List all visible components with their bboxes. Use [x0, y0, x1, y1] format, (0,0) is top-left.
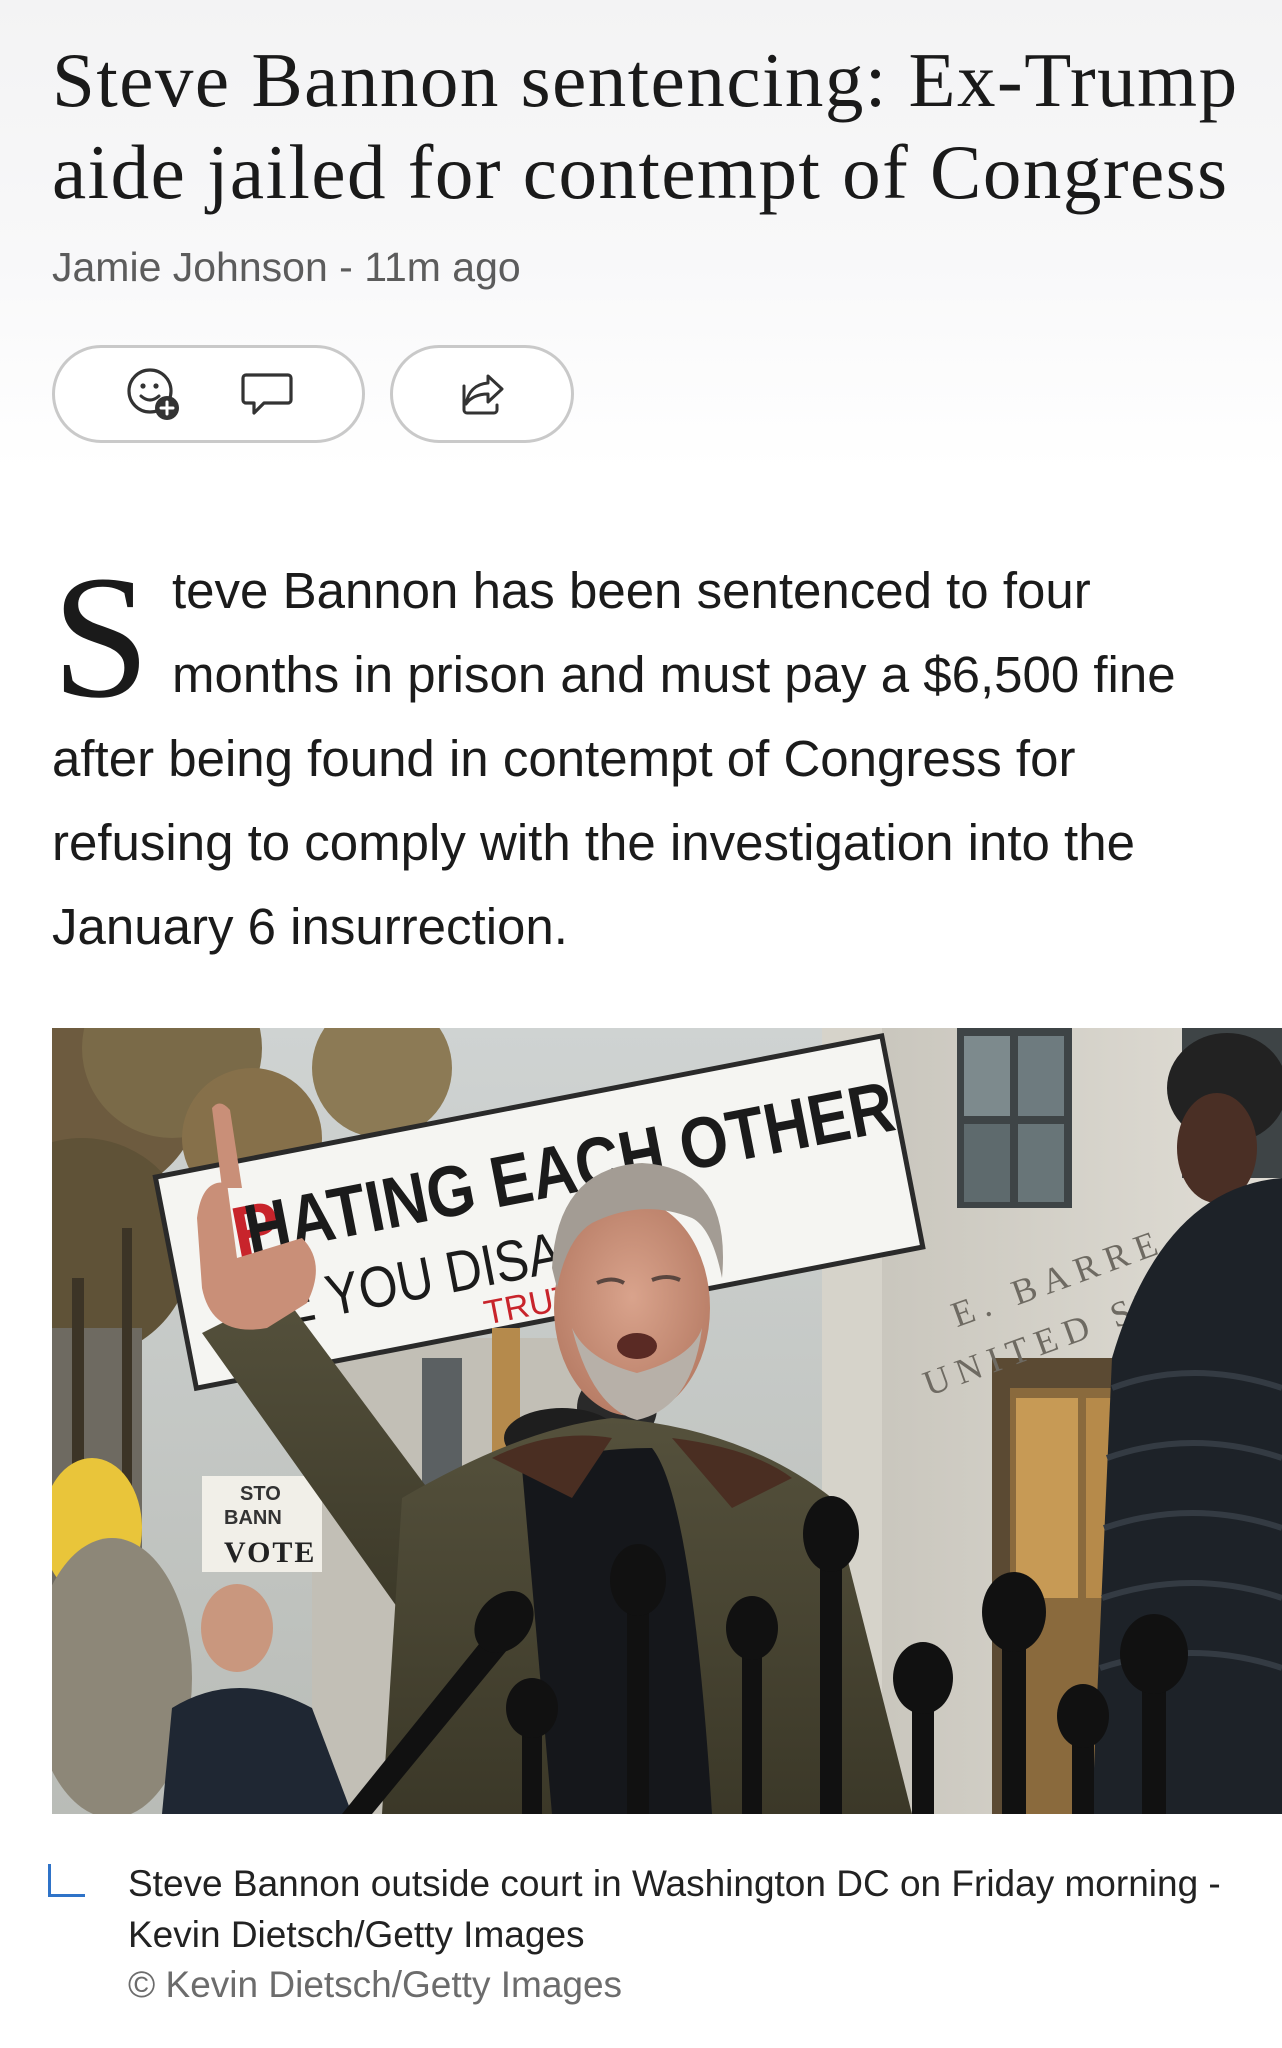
share-icon [458, 372, 506, 416]
body-line-3: after being found in contempt of Congres… [52, 730, 1076, 787]
body-line-2: months in prison and must pay a $6,500 f… [172, 646, 1176, 703]
caption-line-2: Kevin Dietsch/Getty Images [128, 1914, 585, 1955]
svg-text:STO: STO [240, 1483, 281, 1505]
article-photo[interactable]: P HATING EACH OTHER SE YOU DISAGRE TRUTH… [52, 1028, 1282, 1814]
comment-icon[interactable] [240, 369, 294, 419]
headline-line-2: aide jailed for contempt of Congress [52, 129, 1229, 215]
add-reaction-icon[interactable] [124, 365, 182, 423]
caption-marker [48, 1864, 85, 1897]
caption-line-1: Steve Bannon outside court in Washington… [128, 1863, 1221, 1904]
reaction-comment-group [52, 345, 365, 443]
drop-cap: S [52, 540, 150, 735]
body-line-5: January 6 insurrection. [52, 898, 568, 955]
photo-caption: Steve Bannon outside court in Washington… [128, 1858, 1258, 1960]
share-button[interactable] [390, 345, 574, 443]
headline-line-1: Steve Bannon sentencing: Ex-Trump [52, 37, 1239, 123]
svg-text:BANN: BANN [224, 1507, 282, 1529]
small-sign: STO BANN VOTE [202, 1476, 322, 1572]
photo-scene: P HATING EACH OTHER SE YOU DISAGRE TRUTH… [52, 1028, 1282, 1814]
body-line-1: teve Bannon has been sentenced to four [172, 562, 1091, 619]
article-byline: Jamie Johnson - 11m ago [52, 244, 521, 290]
photo-copyright: © Kevin Dietsch/Getty Images [128, 1964, 623, 2005]
svg-text:VOTE: VOTE [224, 1536, 316, 1569]
article-headline: Steve Bannon sentencing: Ex-Trump aide j… [52, 34, 1252, 218]
body-line-4: refusing to comply with the investigatio… [52, 814, 1135, 871]
